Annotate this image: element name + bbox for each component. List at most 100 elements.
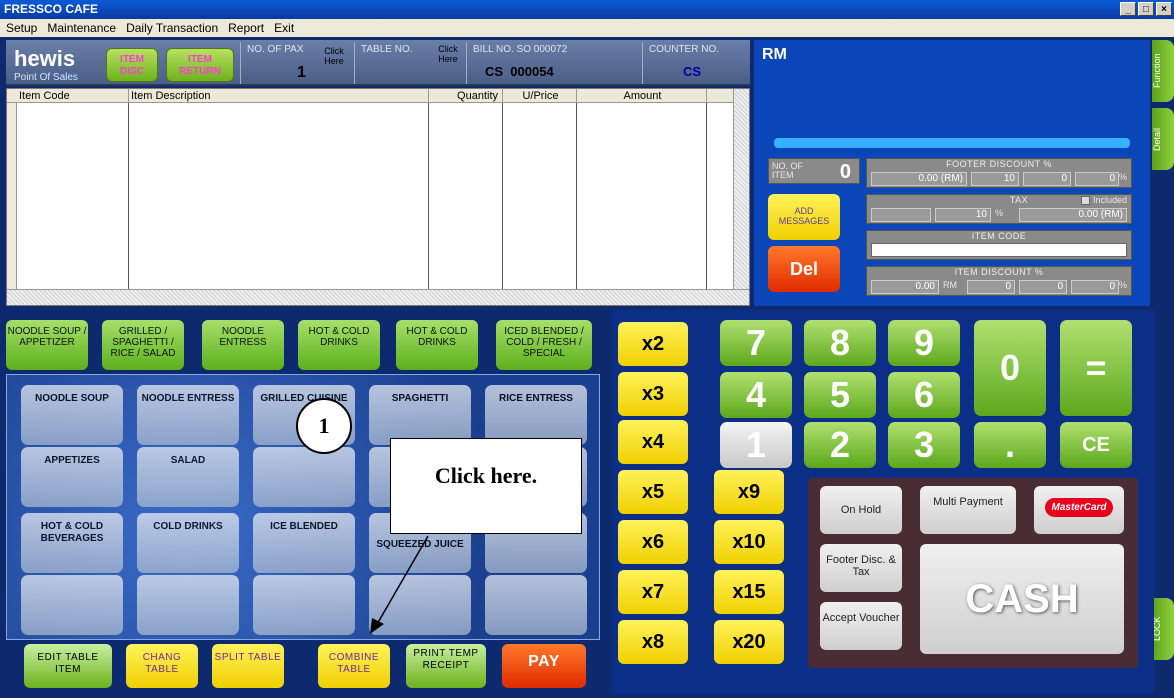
multiplier-x5-button[interactable]: x5 (618, 470, 688, 514)
pax-box[interactable]: NO. OF PAX Click Here 1 (240, 42, 354, 84)
print-temp-receipt-button[interactable]: PRINT TEMP RECEIPT (406, 644, 486, 688)
split-table-button[interactable]: SPLIT TABLE (212, 644, 284, 688)
item-code-input[interactable] (871, 243, 1127, 257)
bill-cs: CS (485, 64, 504, 79)
menu-item[interactable] (253, 575, 355, 635)
category-iced-blended[interactable]: ICED BLENDED / COLD / FRESH / SPECIAL (496, 320, 592, 370)
menu-item[interactable]: APPETIZES (21, 447, 123, 507)
item-discount-rm[interactable]: 0.00 (871, 280, 939, 294)
tax-pct[interactable]: 10 (935, 208, 991, 222)
menu-item[interactable]: NOODLE ENTRESS (137, 385, 239, 445)
footer-disc-tax-button[interactable]: Footer Disc. & Tax (820, 544, 902, 592)
accept-voucher-button[interactable]: Accept Voucher (820, 602, 902, 650)
digit-2-button[interactable]: 2 (804, 422, 876, 468)
digit-0-button[interactable]: 0 (974, 320, 1046, 416)
menu-maintenance[interactable]: Maintenance (47, 19, 116, 37)
menu-item[interactable]: SPAGHETTI (369, 385, 471, 445)
on-hold-button[interactable]: On Hold (820, 486, 902, 534)
footer-discount-box: FOOTER DISCOUNT % 0.00 (RM) 10 0 0 % (866, 158, 1132, 188)
mastercard-button[interactable]: MasterCard (1034, 486, 1124, 534)
multi-payment-button[interactable]: Multi Payment (920, 486, 1016, 534)
tax-field-a[interactable] (871, 208, 931, 222)
combine-table-button[interactable]: COMBINE TABLE (318, 644, 390, 688)
multiplier-x2-button[interactable]: x2 (618, 322, 688, 366)
grid-horizontal-scrollbar[interactable] (7, 289, 749, 305)
menu-item[interactable] (485, 575, 587, 635)
category-hot-cold-drinks-1[interactable]: HOT & COLD DRINKS (298, 320, 380, 370)
logo-brand: hewis (14, 46, 76, 71)
tax-rm[interactable]: 0.00 (RM) (1019, 208, 1127, 222)
digit-8-button[interactable]: 8 (804, 320, 876, 366)
tab-lock[interactable]: LOCK (1152, 598, 1174, 660)
footer-discount-pct1[interactable]: 10 (971, 172, 1019, 186)
multiplier-x9-button[interactable]: x9 (714, 470, 784, 514)
decimal-button[interactable]: . (974, 422, 1046, 468)
category-hot-cold-drinks-2[interactable]: HOT & COLD DRINKS (396, 320, 478, 370)
pay-button[interactable]: PAY (502, 644, 586, 688)
menu-exit[interactable]: Exit (274, 19, 294, 37)
tab-detail[interactable]: Detail (1152, 108, 1174, 170)
menu-item[interactable] (253, 447, 355, 507)
menu-setup[interactable]: Setup (6, 19, 37, 37)
tab-function[interactable]: Function (1152, 40, 1174, 102)
rm-total-bar (774, 138, 1130, 148)
change-table-button[interactable]: CHANG TABLE (126, 644, 198, 688)
pax-click-here[interactable]: Click Here (319, 46, 349, 66)
maximize-button[interactable]: □ (1138, 2, 1154, 16)
menu-item[interactable]: HOT & COLD BEVERAGES (21, 513, 123, 573)
digit-7-button[interactable]: 7 (720, 320, 792, 366)
minimize-button[interactable]: _ (1120, 2, 1136, 16)
digit-1-button[interactable]: 1 (720, 422, 792, 468)
item-discount-pct2[interactable]: 0 (1019, 280, 1067, 294)
multiplier-x4-button[interactable]: x4 (618, 420, 688, 464)
cash-button[interactable]: CASH (920, 544, 1124, 654)
menu-item[interactable]: SALAD (137, 447, 239, 507)
multiplier-x3-button[interactable]: x3 (618, 372, 688, 416)
tax-included[interactable]: Included (1081, 195, 1127, 206)
item-discount-box: ITEM DISCOUNT % 0.00 RM 0 0 0 % (866, 266, 1132, 296)
item-discount-pct3[interactable]: 0 (1071, 280, 1119, 294)
digit-4-button[interactable]: 4 (720, 372, 792, 418)
menu-report[interactable]: Report (228, 19, 264, 37)
grid-vertical-scrollbar[interactable] (733, 89, 749, 289)
multiplier-x15-button[interactable]: x15 (714, 570, 784, 614)
menu-item[interactable]: COLD DRINKS (137, 513, 239, 573)
counter-label: COUNTER NO. (649, 44, 719, 55)
menu-item[interactable]: NOODLE SOUP (21, 385, 123, 445)
no-of-item-box: NO. OF ITEM 0 (768, 158, 860, 184)
digit-9-button[interactable]: 9 (888, 320, 960, 366)
clear-entry-button[interactable]: CE (1060, 422, 1132, 468)
footer-discount-rm[interactable]: 0.00 (RM) (871, 172, 967, 186)
item-return-button[interactable]: ITEM RETURN (166, 48, 234, 82)
annotation-arrow-icon (370, 535, 429, 634)
footer-discount-pct3[interactable]: 0 (1075, 172, 1119, 186)
menu-item[interactable]: RICE ENTRESS (485, 385, 587, 445)
multiplier-x8-button[interactable]: x8 (618, 620, 688, 664)
menu-item[interactable] (137, 575, 239, 635)
table-click-here[interactable]: Click Here (433, 44, 463, 64)
multiplier-x7-button[interactable]: x7 (618, 570, 688, 614)
multiplier-x6-button[interactable]: x6 (618, 520, 688, 564)
item-grid[interactable]: Item Code Item Description Quantity U/Pr… (6, 88, 750, 306)
equals-button[interactable]: = (1060, 320, 1132, 416)
add-messages-button[interactable]: ADD MESSAGES (768, 194, 840, 240)
delete-button[interactable]: Del (768, 246, 840, 292)
digit-5-button[interactable]: 5 (804, 372, 876, 418)
pax-value: 1 (297, 64, 306, 81)
digit-3-button[interactable]: 3 (888, 422, 960, 468)
edit-table-item-button[interactable]: EDIT TABLE ITEM (24, 644, 112, 688)
multiplier-x20-button[interactable]: x20 (714, 620, 784, 664)
menu-item[interactable]: ICE BLENDED (253, 513, 355, 573)
category-noodle-entress[interactable]: NOODLE ENTRESS (202, 320, 284, 370)
menu-daily-transaction[interactable]: Daily Transaction (126, 19, 218, 37)
category-noodle-soup-appetizer[interactable]: NOODLE SOUP / APPETIZER (6, 320, 88, 370)
multiplier-x10-button[interactable]: x10 (714, 520, 784, 564)
menu-item[interactable] (21, 575, 123, 635)
table-box[interactable]: TABLE NO. Click Here (354, 42, 466, 84)
footer-discount-pct2[interactable]: 0 (1023, 172, 1071, 186)
category-grilled-spaghetti[interactable]: GRILLED / SPAGHETTI / RICE / SALAD (102, 320, 184, 370)
digit-6-button[interactable]: 6 (888, 372, 960, 418)
close-button[interactable]: × (1156, 2, 1172, 16)
item-discount-pct1[interactable]: 0 (967, 280, 1015, 294)
item-disc-button[interactable]: ITEM DISC (106, 48, 158, 82)
